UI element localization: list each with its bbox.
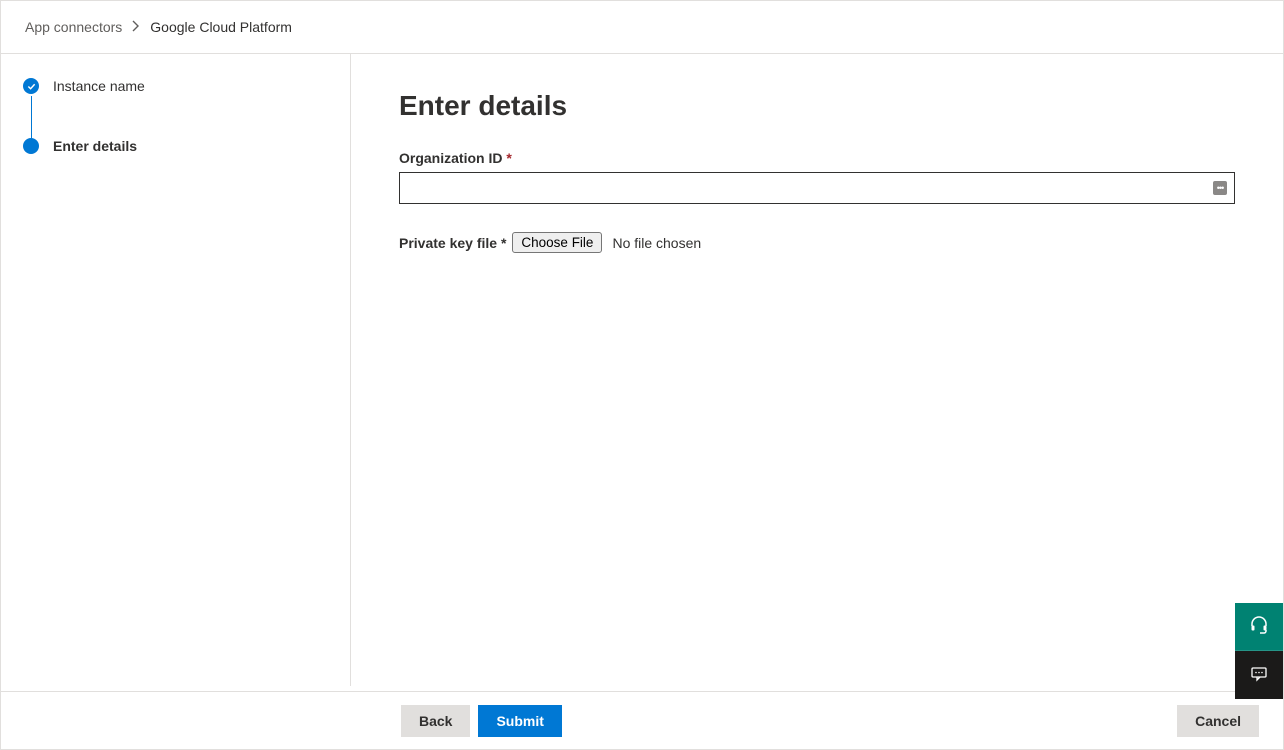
breadcrumb: App connectors Google Cloud Platform xyxy=(1,1,1283,54)
private-key-label: Private key file * xyxy=(399,235,506,251)
form-content: Enter details Organization ID * ••• Priv… xyxy=(351,54,1283,686)
chat-icon xyxy=(1249,664,1269,687)
cancel-button[interactable]: Cancel xyxy=(1177,705,1259,737)
floating-widgets xyxy=(1235,603,1283,699)
feedback-button[interactable] xyxy=(1235,651,1283,699)
step-instance-name[interactable]: Instance name xyxy=(23,78,328,94)
wizard-steps: Instance name Enter details xyxy=(1,54,351,686)
organization-id-field: Organization ID * ••• xyxy=(399,150,1235,204)
step-label: Enter details xyxy=(53,138,137,154)
organization-id-label: Organization ID * xyxy=(399,150,512,166)
required-asterisk: * xyxy=(506,150,511,166)
headset-icon xyxy=(1249,615,1269,638)
organization-id-input[interactable] xyxy=(399,172,1235,204)
back-button[interactable]: Back xyxy=(401,705,470,737)
more-icon[interactable]: ••• xyxy=(1213,181,1227,195)
choose-file-button[interactable]: Choose File xyxy=(512,232,602,253)
submit-button[interactable]: Submit xyxy=(478,705,561,737)
step-connector xyxy=(31,96,32,140)
chevron-right-icon xyxy=(132,20,140,35)
breadcrumb-parent[interactable]: App connectors xyxy=(25,19,122,35)
step-label: Instance name xyxy=(53,78,145,94)
private-key-field: Private key file * Choose File No file c… xyxy=(399,232,1235,253)
support-button[interactable] xyxy=(1235,603,1283,651)
step-enter-details[interactable]: Enter details xyxy=(23,138,328,154)
checkmark-icon xyxy=(23,78,39,94)
breadcrumb-current: Google Cloud Platform xyxy=(150,19,292,35)
footer-actions: Back Submit Cancel xyxy=(1,691,1283,749)
file-status: No file chosen xyxy=(612,235,701,251)
page-title: Enter details xyxy=(399,90,1235,122)
current-step-icon xyxy=(23,138,39,154)
